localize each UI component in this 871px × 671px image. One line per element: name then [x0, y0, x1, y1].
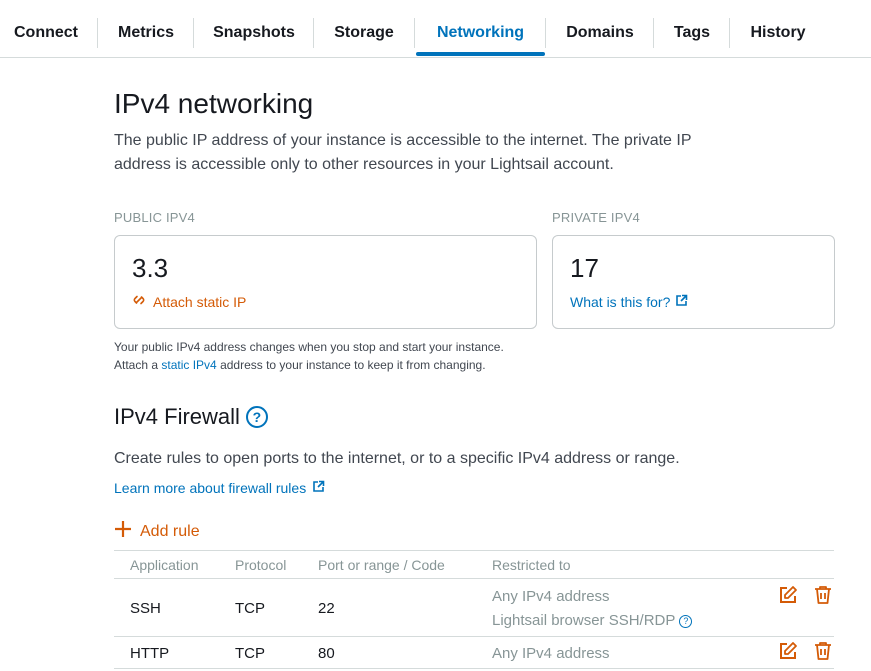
column-header-protocol: Protocol — [235, 557, 287, 573]
static-ipv4-link[interactable]: static IPv4 — [161, 358, 216, 372]
public-ipv4-label: PUBLIC IPV4 — [114, 210, 195, 225]
ipv4-firewall-title: IPv4 Firewall ? — [114, 404, 268, 430]
note-line-2-prefix: Attach a — [114, 358, 162, 372]
tab-history[interactable]: History — [732, 18, 824, 48]
ipv4-networking-description: The public IP address of your instance i… — [114, 132, 692, 173]
add-rule-button[interactable]: Add rule — [114, 520, 200, 543]
ipv4-networking-title: IPv4 networking — [114, 88, 314, 119]
tab-divider — [414, 18, 415, 48]
tab-divider — [97, 18, 98, 48]
attach-static-ip-link[interactable]: Attach static IP — [132, 293, 246, 310]
note-line-2: Attach a static IPv4 address to your ins… — [114, 356, 504, 374]
row-ssh-restricted: Any IPv4 address — [492, 588, 610, 605]
external-link-icon — [675, 294, 688, 310]
attach-static-ip-label: Attach static IP — [153, 293, 247, 310]
tab-divider — [313, 18, 314, 48]
tab-domains[interactable]: Domains — [548, 18, 652, 48]
edit-icon[interactable] — [778, 641, 798, 661]
learn-more-label: Learn more about firewall rules — [114, 480, 307, 496]
add-rule-label: Add rule — [140, 522, 200, 540]
tab-snapshots[interactable]: Snapshots — [196, 18, 312, 48]
row-divider — [114, 668, 834, 669]
help-icon[interactable]: ? — [245, 406, 268, 428]
row-divider — [114, 636, 834, 637]
tab-divider — [653, 18, 654, 48]
link-chain-icon — [132, 293, 146, 310]
row-ssh-port: 22 — [318, 600, 335, 617]
private-ipv4-label: PRIVATE IPV4 — [552, 210, 640, 225]
tab-networking[interactable]: Networking — [416, 18, 545, 48]
row-ssh-application: SSH — [130, 600, 161, 617]
public-ip-note: Your public IPv4 address changes when yo… — [114, 338, 504, 374]
row-http-protocol: TCP — [235, 645, 265, 662]
delete-icon[interactable] — [813, 585, 833, 605]
restricted-browser-label: Lightsail browser SSH/RDP — [492, 612, 676, 629]
public-ipv4-value: 3.3 — [132, 253, 169, 283]
column-header-port: Port or range / Code — [318, 557, 445, 573]
active-tab-indicator — [416, 52, 545, 56]
external-link-icon — [312, 480, 325, 496]
tab-divider — [729, 18, 730, 48]
firewall-title-text: IPv4 Firewall — [114, 404, 240, 429]
row-ssh-protocol: TCP — [235, 600, 265, 617]
private-ipv4-card: 17 What is this for? — [552, 235, 835, 329]
firewall-description: Create rules to open ports to the intern… — [114, 450, 680, 467]
row-http-application: HTTP — [130, 645, 170, 662]
tab-divider — [545, 18, 546, 48]
tab-connect[interactable]: Connect — [0, 18, 92, 48]
edit-icon[interactable] — [778, 585, 798, 605]
private-ipv4-value: 17 — [570, 253, 599, 283]
tab-storage[interactable]: Storage — [316, 18, 412, 48]
plus-icon — [114, 520, 132, 543]
public-ipv4-card: 3.3 Attach static IP — [114, 235, 537, 329]
note-line-1: Your public IPv4 address changes when yo… — [114, 340, 504, 354]
what-is-this-link[interactable]: What is this for? — [570, 294, 688, 310]
column-header-restricted: Restricted to — [492, 557, 571, 573]
help-icon[interactable]: ? — [679, 614, 693, 628]
row-http-port: 80 — [318, 645, 335, 662]
tab-bar: Connect Metrics Snapshots Storage Networ… — [0, 0, 871, 58]
learn-more-firewall-link[interactable]: Learn more about firewall rules — [114, 480, 325, 496]
column-header-application: Application — [130, 557, 199, 573]
table-top-divider — [114, 550, 834, 551]
what-is-this-label: What is this for? — [570, 294, 671, 310]
row-http-restricted: Any IPv4 address — [492, 645, 610, 662]
tab-tags[interactable]: Tags — [656, 18, 728, 48]
delete-icon[interactable] — [813, 641, 833, 661]
tab-metrics[interactable]: Metrics — [100, 18, 192, 48]
table-header-divider — [114, 578, 834, 579]
note-line-2-suffix: address to your instance to keep it from… — [216, 358, 486, 372]
tab-divider — [193, 18, 194, 48]
row-ssh-restricted-browser: Lightsail browser SSH/RDP? — [492, 612, 693, 629]
